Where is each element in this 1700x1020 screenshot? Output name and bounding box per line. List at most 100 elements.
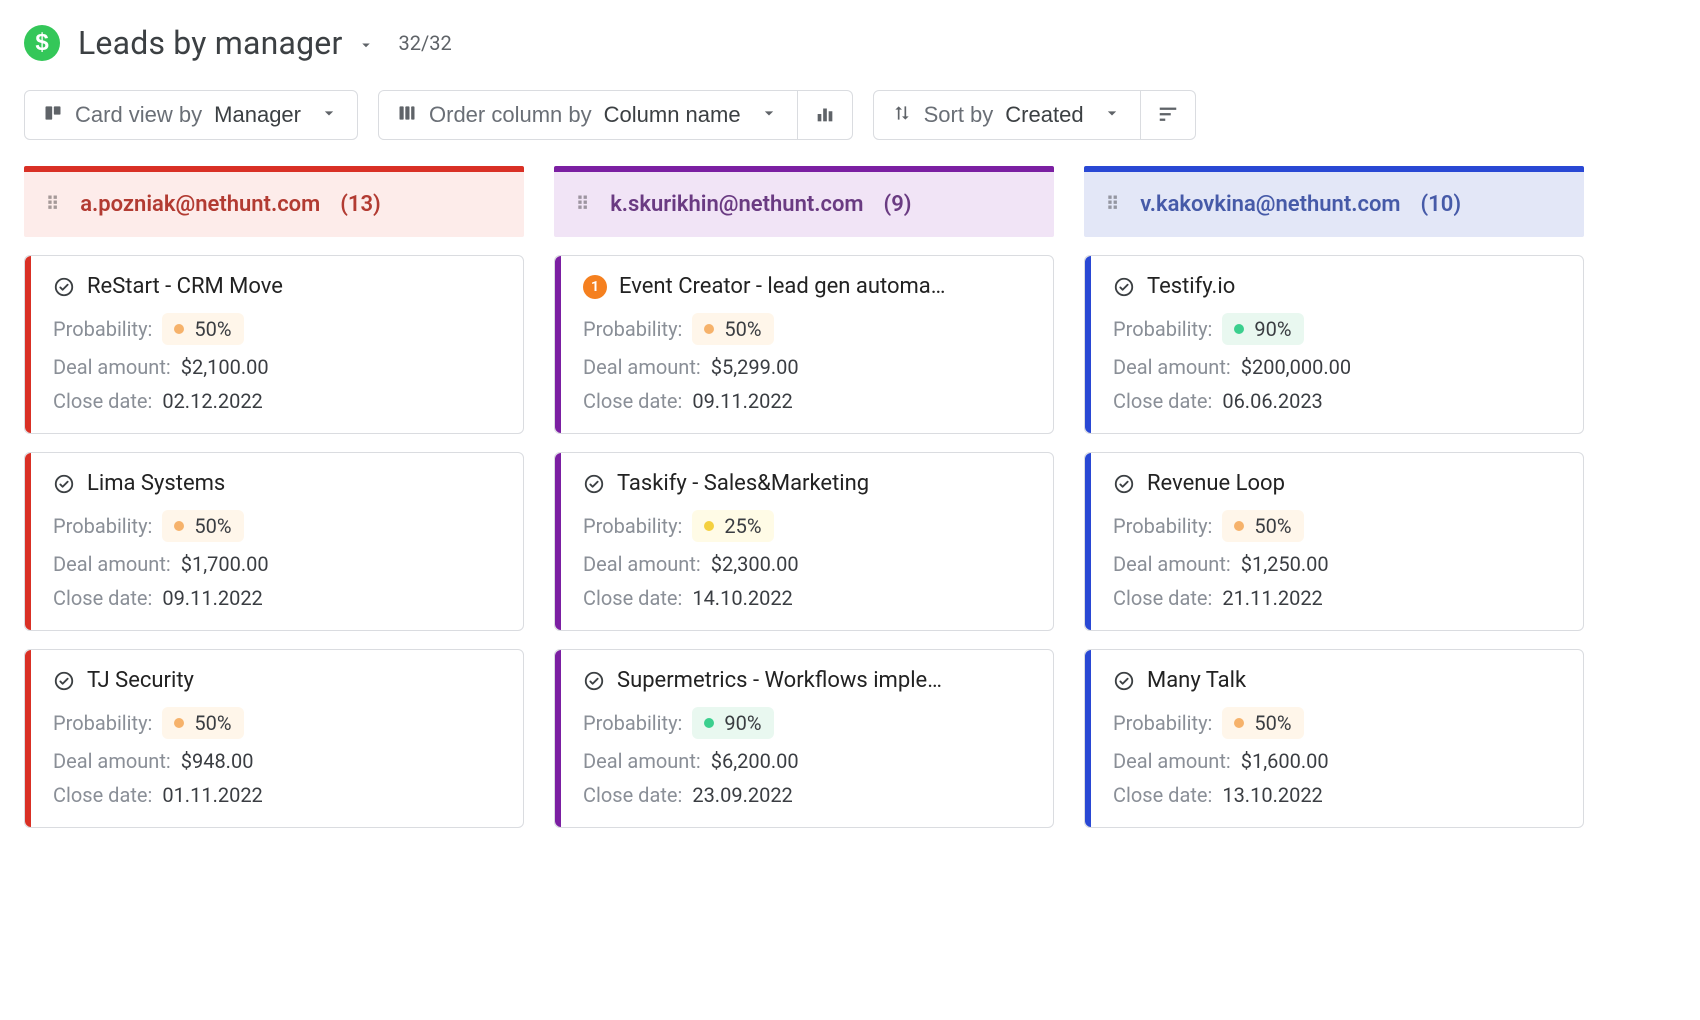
caret-down-icon <box>357 24 375 62</box>
lead-card[interactable]: Many TalkProbability:50%Deal amount:$1,6… <box>1084 649 1584 828</box>
lead-card[interactable]: Revenue LoopProbability:50%Deal amount:$… <box>1084 452 1584 631</box>
probability-chip: 90% <box>692 707 773 739</box>
lead-card[interactable]: Taskify - Sales&MarketingProbability:25%… <box>554 452 1054 631</box>
probability-value: 90% <box>724 711 761 735</box>
close-date-label: Close date: <box>583 586 682 610</box>
sort-by-label: Sort by <box>924 104 994 126</box>
card-view-button[interactable]: Card view by Manager <box>24 90 358 140</box>
kanban-column: ⠿a.pozniak@nethunt.com(13) ReStart - CRM … <box>24 166 524 828</box>
deal-amount-value: $6,200.00 <box>711 749 799 773</box>
card-view-value: Manager <box>214 104 301 126</box>
kanban-column: ⠿ k.skurikhin@nethunt.com (9) 1Event Creato… <box>554 166 1054 828</box>
check-circle-icon <box>53 276 75 298</box>
probability-value: 50% <box>1254 514 1291 538</box>
probability-chip: 50% <box>692 313 773 345</box>
probability-dot-icon <box>704 521 714 531</box>
deal-amount-label: Deal amount: <box>1113 552 1231 576</box>
close-date-value: 06.06.2023 <box>1222 389 1322 413</box>
record-count: 32/32 <box>399 31 452 55</box>
notification-badge-icon: 1 <box>583 275 607 299</box>
probability-chip: 50% <box>162 313 243 345</box>
sort-lines-icon <box>1157 103 1179 128</box>
check-circle-icon <box>53 473 75 495</box>
deal-amount-label: Deal amount: <box>583 552 701 576</box>
card-title: ReStart - CRM Move <box>87 274 283 299</box>
column-chart-button[interactable] <box>798 90 853 140</box>
probability-chip: 25% <box>692 510 773 542</box>
sort-direction-button[interactable] <box>1141 90 1196 140</box>
order-column-button[interactable]: Order column by Column name <box>378 90 798 140</box>
column-cards: ReStart - CRM Move Probability: 50% Deal am… <box>24 255 524 828</box>
page-title[interactable]: Leads by manager <box>78 24 375 62</box>
probability-value: 50% <box>724 317 761 341</box>
page-title-label: Leads by manager <box>78 24 343 62</box>
close-date-label: Close date: <box>53 586 152 610</box>
lead-card[interactable]: Lima SystemsProbability:50%Deal amount:$… <box>24 452 524 631</box>
probability-label: Probability: <box>1113 711 1212 735</box>
check-circle-icon <box>583 473 605 495</box>
check-circle-icon <box>1113 473 1135 495</box>
close-date-value: 23.09.2022 <box>692 783 792 807</box>
close-date-value: 21.11.2022 <box>1222 586 1322 610</box>
caret-down-icon <box>1102 103 1122 127</box>
lead-card[interactable]: Supermetrics - Workflows imple…Probabili… <box>554 649 1054 828</box>
deal-amount-value: $2,300.00 <box>711 552 799 576</box>
column-count: (9) <box>884 192 912 217</box>
probability-chip: 50% <box>162 510 243 542</box>
card-title: TJ Security <box>87 668 194 693</box>
column-title: v.kakovkina@nethunt.com <box>1140 192 1400 217</box>
folder-badge-icon: $ <box>24 25 60 61</box>
deal-amount-value: $1,700.00 <box>181 552 269 576</box>
probability-chip: 90% <box>1222 313 1303 345</box>
sort-by-button[interactable]: Sort by Created <box>873 90 1141 140</box>
close-date-label: Close date: <box>583 389 682 413</box>
deal-amount-label: Deal amount: <box>53 355 171 379</box>
close-date-label: Close date: <box>583 783 682 807</box>
probability-label: Probability: <box>53 317 152 341</box>
close-date-value: 01.11.2022 <box>162 783 262 807</box>
caret-down-icon <box>759 103 779 127</box>
drag-handle-icon[interactable]: ⠿ <box>1106 200 1122 210</box>
probability-value: 25% <box>724 514 761 538</box>
probability-dot-icon <box>1234 521 1244 531</box>
column-title: k.skurikhin@nethunt.com <box>610 192 863 217</box>
card-title: Taskify - Sales&Marketing <box>617 471 869 496</box>
kanban-column: ⠿v.kakovkina@nethunt.com(10)Testify.ioPr… <box>1084 166 1584 828</box>
drag-handle-icon[interactable]: ⠿ <box>576 200 592 210</box>
deal-amount-label: Deal amount: <box>583 355 701 379</box>
lead-card[interactable]: Testify.ioProbability:90%Deal amount:$20… <box>1084 255 1584 434</box>
probability-value: 50% <box>194 514 231 538</box>
deal-amount-value: $948.00 <box>181 749 254 773</box>
probability-dot-icon <box>174 521 184 531</box>
order-column-label: Order column by <box>429 104 592 126</box>
check-circle-icon <box>1113 276 1135 298</box>
probability-label: Probability: <box>1113 317 1212 341</box>
drag-handle-icon[interactable]: ⠿ <box>46 200 62 210</box>
deal-amount-label: Deal amount: <box>1113 749 1231 773</box>
probability-label: Probability: <box>583 711 682 735</box>
close-date-label: Close date: <box>1113 389 1212 413</box>
column-cards: 1Event Creator - lead gen automa…Probabi… <box>554 255 1054 828</box>
caret-down-icon <box>319 103 339 127</box>
column-header[interactable]: ⠿v.kakovkina@nethunt.com(10) <box>1084 172 1584 237</box>
lead-card[interactable]: TJ SecurityProbability:50%Deal amount:$9… <box>24 649 524 828</box>
columns-icon <box>397 103 417 127</box>
column-count: (13) <box>340 192 381 217</box>
probability-chip: 50% <box>162 707 243 739</box>
probability-chip: 50% <box>1222 707 1303 739</box>
column-header[interactable]: ⠿a.pozniak@nethunt.com(13) <box>24 172 524 237</box>
probability-value: 50% <box>1254 711 1291 735</box>
probability-value: 90% <box>1254 317 1291 341</box>
deal-amount-value: $1,250.00 <box>1241 552 1329 576</box>
deal-amount-value: $1,600.00 <box>1241 749 1329 773</box>
column-header[interactable]: ⠿ k.skurikhin@nethunt.com (9) <box>554 172 1054 237</box>
deal-amount-value: $5,299.00 <box>711 355 799 379</box>
close-date-label: Close date: <box>1113 783 1212 807</box>
lead-card[interactable]: 1Event Creator - lead gen automa…Probabi… <box>554 255 1054 434</box>
lead-card[interactable]: ReStart - CRM Move Probability: 50% Deal am… <box>24 255 524 434</box>
deal-amount-label: Deal amount: <box>53 552 171 576</box>
close-date-label: Close date: <box>53 389 152 413</box>
deal-amount-label: Deal amount: <box>53 749 171 773</box>
close-date-value: 09.11.2022 <box>162 586 262 610</box>
bar-chart-icon <box>814 103 836 128</box>
